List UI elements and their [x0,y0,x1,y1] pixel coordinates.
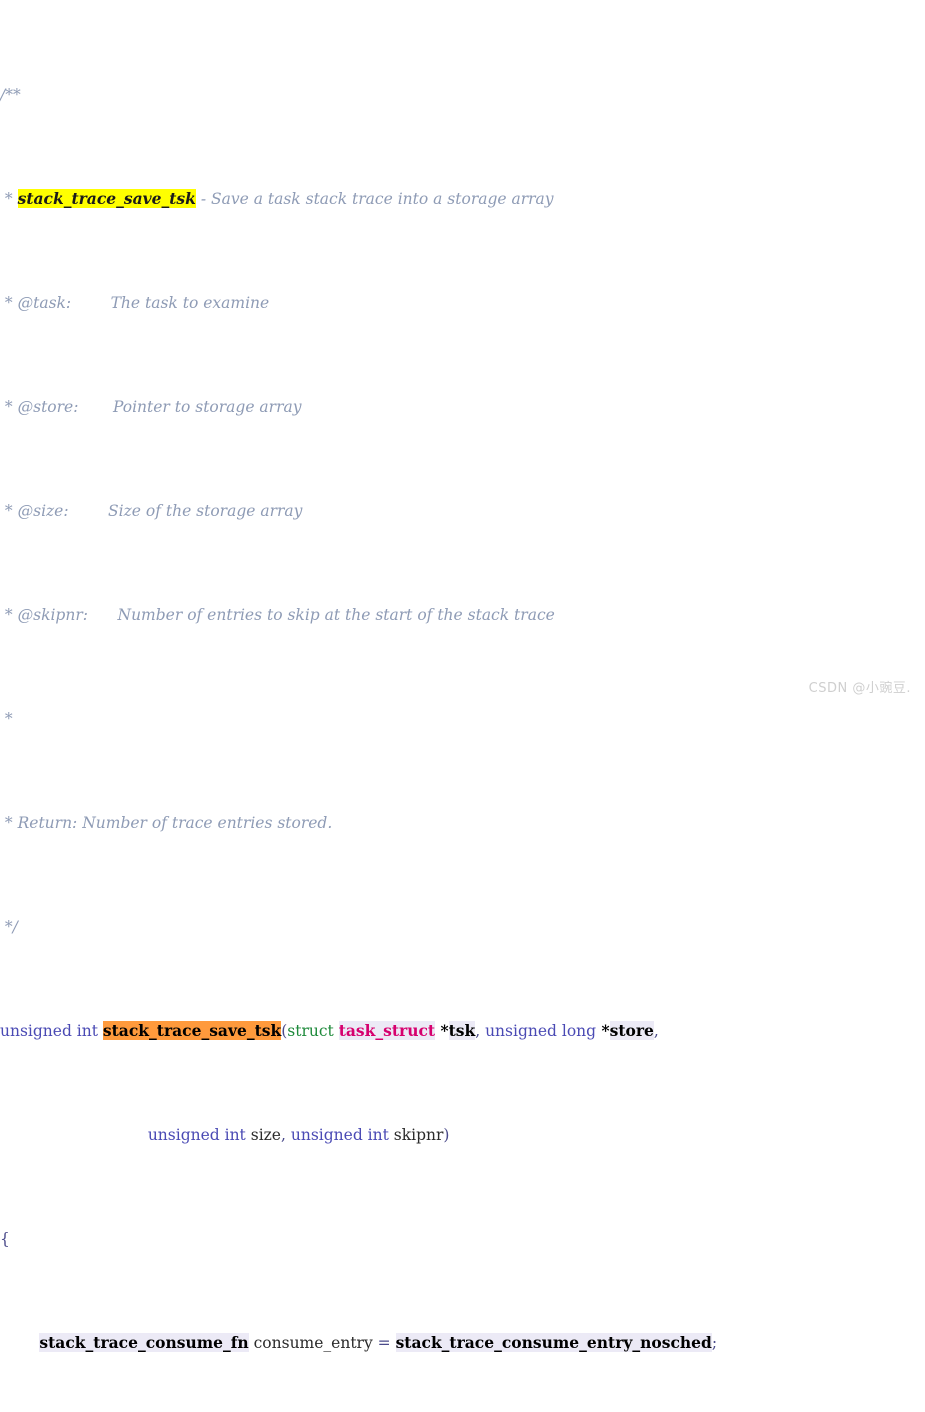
code-line-param-skipnr: * @skipnr: Number of entries to skip at … [0,602,925,628]
paren-close: ) [443,1126,450,1144]
param-type-unsigned-int-2: unsigned int [290,1126,389,1144]
comma: , [475,1022,486,1040]
comma: , [653,1022,659,1040]
pointer-star: * [596,1021,610,1040]
comment-star: * [0,294,18,312]
param-name-skipnr: @skipnr: [17,606,88,624]
param-pad [71,294,110,312]
brace-open: { [0,1230,10,1248]
code-line-param-task: * @task: The task to examine [0,290,925,316]
comment-star: * [0,398,18,416]
comment-star: * [0,502,18,520]
signature-return-type: unsigned int [0,1022,98,1040]
semicolon: ; [711,1334,718,1352]
code-line-signature: unsigned int stack_trace_save_tsk(struct… [0,1018,925,1044]
code-line-comment-return: * Return: Number of trace entries stored… [0,810,925,836]
comment-title-description: - Save a task stack trace into a storage… [195,190,554,208]
comma: , [281,1126,291,1144]
comment-open-token: /** [0,86,21,104]
code-line-consume-entry-decl: stack_trace_consume_fn consume_entry = s… [0,1330,925,1356]
param-size[interactable]: size [251,1126,281,1144]
var-consume-entry[interactable]: consume_entry [249,1334,378,1352]
code-line-comment-open: /** [0,82,925,108]
param-desc-task: The task to examine [110,294,270,312]
param-skipnr[interactable]: skipnr [394,1126,444,1144]
comment-star: * [0,606,18,624]
param-name-task: @task: [17,294,72,312]
code-line-signature-cont: unsigned int size, unsigned int skipnr) [0,1122,925,1148]
param-tsk[interactable]: tsk [448,1021,476,1040]
param-pad [88,606,118,624]
keyword-struct: struct [287,1022,334,1040]
type-task-struct[interactable]: task_struct [338,1021,436,1040]
param-desc-store: Pointer to storage array [112,398,302,416]
assign-operator: = [377,1334,396,1352]
code-viewer[interactable]: /** * stack_trace_save_tsk - Save a task… [0,0,925,1412]
pointer-star: * [435,1021,449,1040]
code-line-param-store: * @store: Pointer to storage array [0,394,925,420]
code-line-comment-title: * stack_trace_save_tsk - Save a task sta… [0,186,925,212]
value-stack-trace-consume-entry-nosched[interactable]: stack_trace_consume_entry_nosched [395,1333,712,1352]
param-desc-size: Size of the storage array [108,502,303,520]
param-type-unsigned-int: unsigned int [147,1126,246,1144]
code-line-param-size: * @size: Size of the storage array [0,498,925,524]
code-line-body-open-brace: { [0,1226,925,1252]
param-name-store: @store: [17,398,79,416]
param-desc-skipnr: Number of entries to skip at the start o… [117,606,555,624]
comment-star: * [0,190,18,208]
param-store[interactable]: store [609,1021,654,1040]
param-type-unsigned-long: unsigned long [485,1022,597,1040]
comment-blank-star: * [0,710,13,728]
code-line-comment-blank: * [0,706,925,732]
param-pad [69,502,108,520]
type-stack-trace-consume-fn[interactable]: stack_trace_consume_fn [39,1333,249,1352]
param-name-size: @size: [17,502,69,520]
csdn-watermark: CSDN @小豌豆. [808,681,911,696]
function-name-definition[interactable]: stack_trace_save_tsk [102,1021,282,1040]
code-line-comment-close: */ [0,914,925,940]
param-pad [78,398,113,416]
comment-close-token: */ [0,918,18,936]
comment-return-text: * Return: Number of trace entries stored… [0,814,333,832]
highlighted-symbol-title[interactable]: stack_trace_save_tsk [17,189,196,208]
